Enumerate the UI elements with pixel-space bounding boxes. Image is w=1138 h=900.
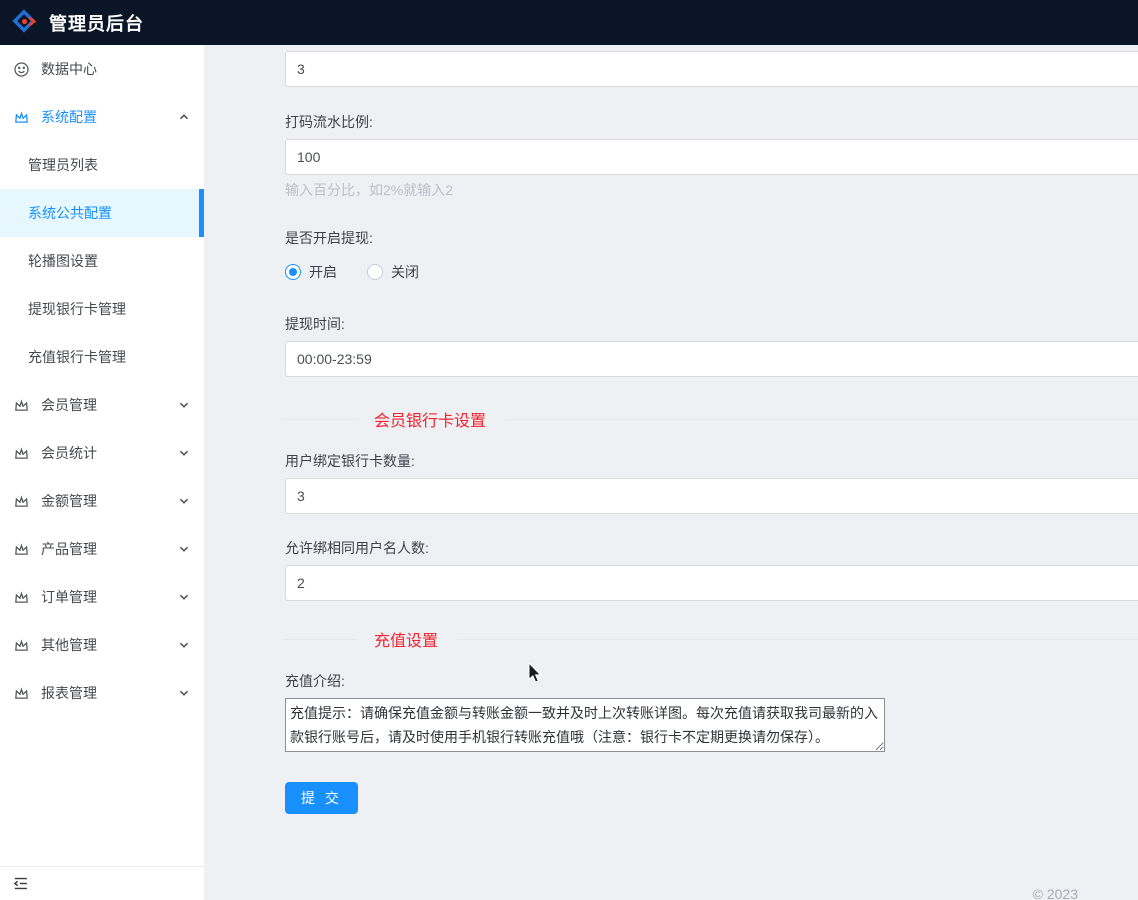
crown-icon bbox=[13, 445, 30, 462]
radio-checked-icon bbox=[285, 264, 301, 280]
submit-button[interactable]: 提 交 bbox=[285, 782, 358, 814]
app-logo-icon bbox=[12, 9, 40, 37]
withdraw-time-input[interactable] bbox=[285, 341, 1138, 377]
radio-option-close[interactable]: 关闭 bbox=[367, 262, 419, 282]
sidebar-item-label: 其他管理 bbox=[41, 635, 97, 655]
chevron-down-icon bbox=[178, 399, 190, 411]
sidebar-subitem-carousel-settings[interactable]: 轮播图设置 bbox=[0, 237, 204, 285]
sidebar-subitem-label: 提现银行卡管理 bbox=[28, 299, 126, 319]
chevron-up-icon bbox=[178, 111, 190, 123]
crown-icon bbox=[13, 493, 30, 510]
field-recharge-intro: 充值介绍: 充值提示：请确保充值金额与转账金额一致并及时上次转账详图。每次充值请… bbox=[285, 671, 1138, 752]
sidebar-item-label: 数据中心 bbox=[41, 59, 97, 79]
same-username-count-input[interactable] bbox=[285, 565, 1138, 601]
chevron-down-icon bbox=[178, 447, 190, 459]
radio-option-open[interactable]: 开启 bbox=[285, 262, 337, 282]
daima-ratio-label: 打码流水比例: bbox=[285, 112, 1138, 132]
field-same-username-count: 允许绑相同用户名人数: bbox=[285, 538, 1138, 601]
withdraw-toggle-radio-group: 开启 关闭 bbox=[285, 262, 1138, 282]
sidebar-item-label: 产品管理 bbox=[41, 539, 97, 559]
bind-card-count-label: 用户绑定银行卡数量: bbox=[285, 451, 1138, 471]
topbar: 管理员后台 bbox=[0, 0, 1138, 45]
sidebar-item-label: 金额管理 bbox=[41, 491, 97, 511]
section-divider-member-bankcard: 会员银行卡设置 bbox=[285, 407, 1138, 431]
menu-fold-icon[interactable] bbox=[12, 875, 29, 892]
chevron-down-icon bbox=[178, 495, 190, 507]
same-username-count-label: 允许绑相同用户名人数: bbox=[285, 538, 1138, 558]
sidebar-subitem-admin-list[interactable]: 管理员列表 bbox=[0, 141, 204, 189]
sidebar-item-report-management[interactable]: 报表管理 bbox=[0, 669, 204, 717]
crown-icon bbox=[13, 685, 30, 702]
sidebar-item-system-config[interactable]: 系统配置 bbox=[0, 93, 204, 141]
crown-icon bbox=[13, 589, 30, 606]
system-config-form: 打码流水比例: 输入百分比，如2%就输入2 是否开启提现: 开启 关闭 bbox=[285, 51, 1138, 814]
chevron-down-icon bbox=[178, 687, 190, 699]
section-title-recharge: 充值设置 bbox=[374, 627, 438, 651]
sidebar-item-data-center[interactable]: 数据中心 bbox=[0, 45, 204, 93]
divider-line bbox=[505, 419, 1138, 420]
sidebar-subitem-recharge-bankcard[interactable]: 充值银行卡管理 bbox=[0, 333, 204, 381]
sidebar-subitem-system-public-config[interactable]: 系统公共配置 bbox=[0, 189, 204, 237]
field-daima-ratio: 打码流水比例: 输入百分比，如2%就输入2 bbox=[285, 112, 1138, 200]
chevron-down-icon bbox=[178, 543, 190, 555]
sidebar-item-member-statistics[interactable]: 会员统计 bbox=[0, 429, 204, 477]
recharge-intro-label: 充值介绍: bbox=[285, 671, 1138, 691]
withdraw-toggle-label: 是否开启提现: bbox=[285, 228, 1138, 248]
crown-icon bbox=[13, 109, 30, 126]
sidebar-subitem-label: 管理员列表 bbox=[28, 155, 98, 175]
sidebar-item-other-management[interactable]: 其他管理 bbox=[0, 621, 204, 669]
sidebar-item-product-management[interactable]: 产品管理 bbox=[0, 525, 204, 573]
recharge-intro-textarea[interactable]: 充值提示：请确保充值金额与转账金额一致并及时上次转账详图。每次充值请获取我司最新… bbox=[285, 698, 885, 752]
sidebar-item-label: 会员统计 bbox=[41, 443, 97, 463]
divider-line bbox=[285, 639, 355, 640]
withdraw-time-label: 提现时间: bbox=[285, 314, 1138, 334]
sidebar-item-label: 订单管理 bbox=[41, 587, 97, 607]
crown-icon bbox=[13, 397, 30, 414]
smile-icon bbox=[13, 61, 30, 78]
sidebar-item-member-management[interactable]: 会员管理 bbox=[0, 381, 204, 429]
sidebar-item-order-management[interactable]: 订单管理 bbox=[0, 573, 204, 621]
sidebar-item-label: 系统配置 bbox=[41, 107, 97, 127]
sidebar-item-label: 会员管理 bbox=[41, 395, 97, 415]
sidebar-subitem-label: 充值银行卡管理 bbox=[28, 347, 126, 367]
app-title: 管理员后台 bbox=[49, 10, 144, 36]
daima-ratio-input[interactable] bbox=[285, 139, 1138, 175]
chevron-down-icon bbox=[178, 591, 190, 603]
sidebar-footer bbox=[0, 866, 204, 900]
crown-icon bbox=[13, 541, 30, 558]
divider-line bbox=[285, 419, 355, 420]
radio-option-label: 开启 bbox=[309, 262, 337, 282]
sidebar-subitem-withdraw-bankcard[interactable]: 提现银行卡管理 bbox=[0, 285, 204, 333]
field-bind-card-count: 用户绑定银行卡数量: bbox=[285, 451, 1138, 514]
sidebar-subitem-label: 轮播图设置 bbox=[28, 251, 98, 271]
copyright-footer: © 2023 bbox=[285, 886, 1138, 900]
section-divider-recharge: 充值设置 bbox=[285, 627, 1138, 651]
sidebar-subitem-label: 系统公共配置 bbox=[28, 203, 112, 223]
field-withdraw-toggle: 是否开启提现: 开启 关闭 bbox=[285, 228, 1138, 282]
chevron-down-icon bbox=[178, 639, 190, 651]
sidebar: 数据中心 系统配置 管理员列表 系统公共配置 轮播图设置 bbox=[0, 45, 204, 900]
top-number-input[interactable] bbox=[285, 51, 1138, 87]
daima-ratio-help: 输入百分比，如2%就输入2 bbox=[285, 180, 1138, 200]
section-title-member-bankcard: 会员银行卡设置 bbox=[374, 407, 486, 431]
radio-option-label: 关闭 bbox=[391, 262, 419, 282]
sidebar-item-label: 报表管理 bbox=[41, 683, 97, 703]
radio-unchecked-icon bbox=[367, 264, 383, 280]
main-content: 打码流水比例: 输入百分比，如2%就输入2 是否开启提现: 开启 关闭 bbox=[204, 45, 1138, 900]
bind-card-count-input[interactable] bbox=[285, 478, 1138, 514]
divider-line bbox=[457, 639, 1138, 640]
sidebar-item-amount-management[interactable]: 金额管理 bbox=[0, 477, 204, 525]
field-withdraw-time: 提现时间: bbox=[285, 314, 1138, 377]
crown-icon bbox=[13, 637, 30, 654]
